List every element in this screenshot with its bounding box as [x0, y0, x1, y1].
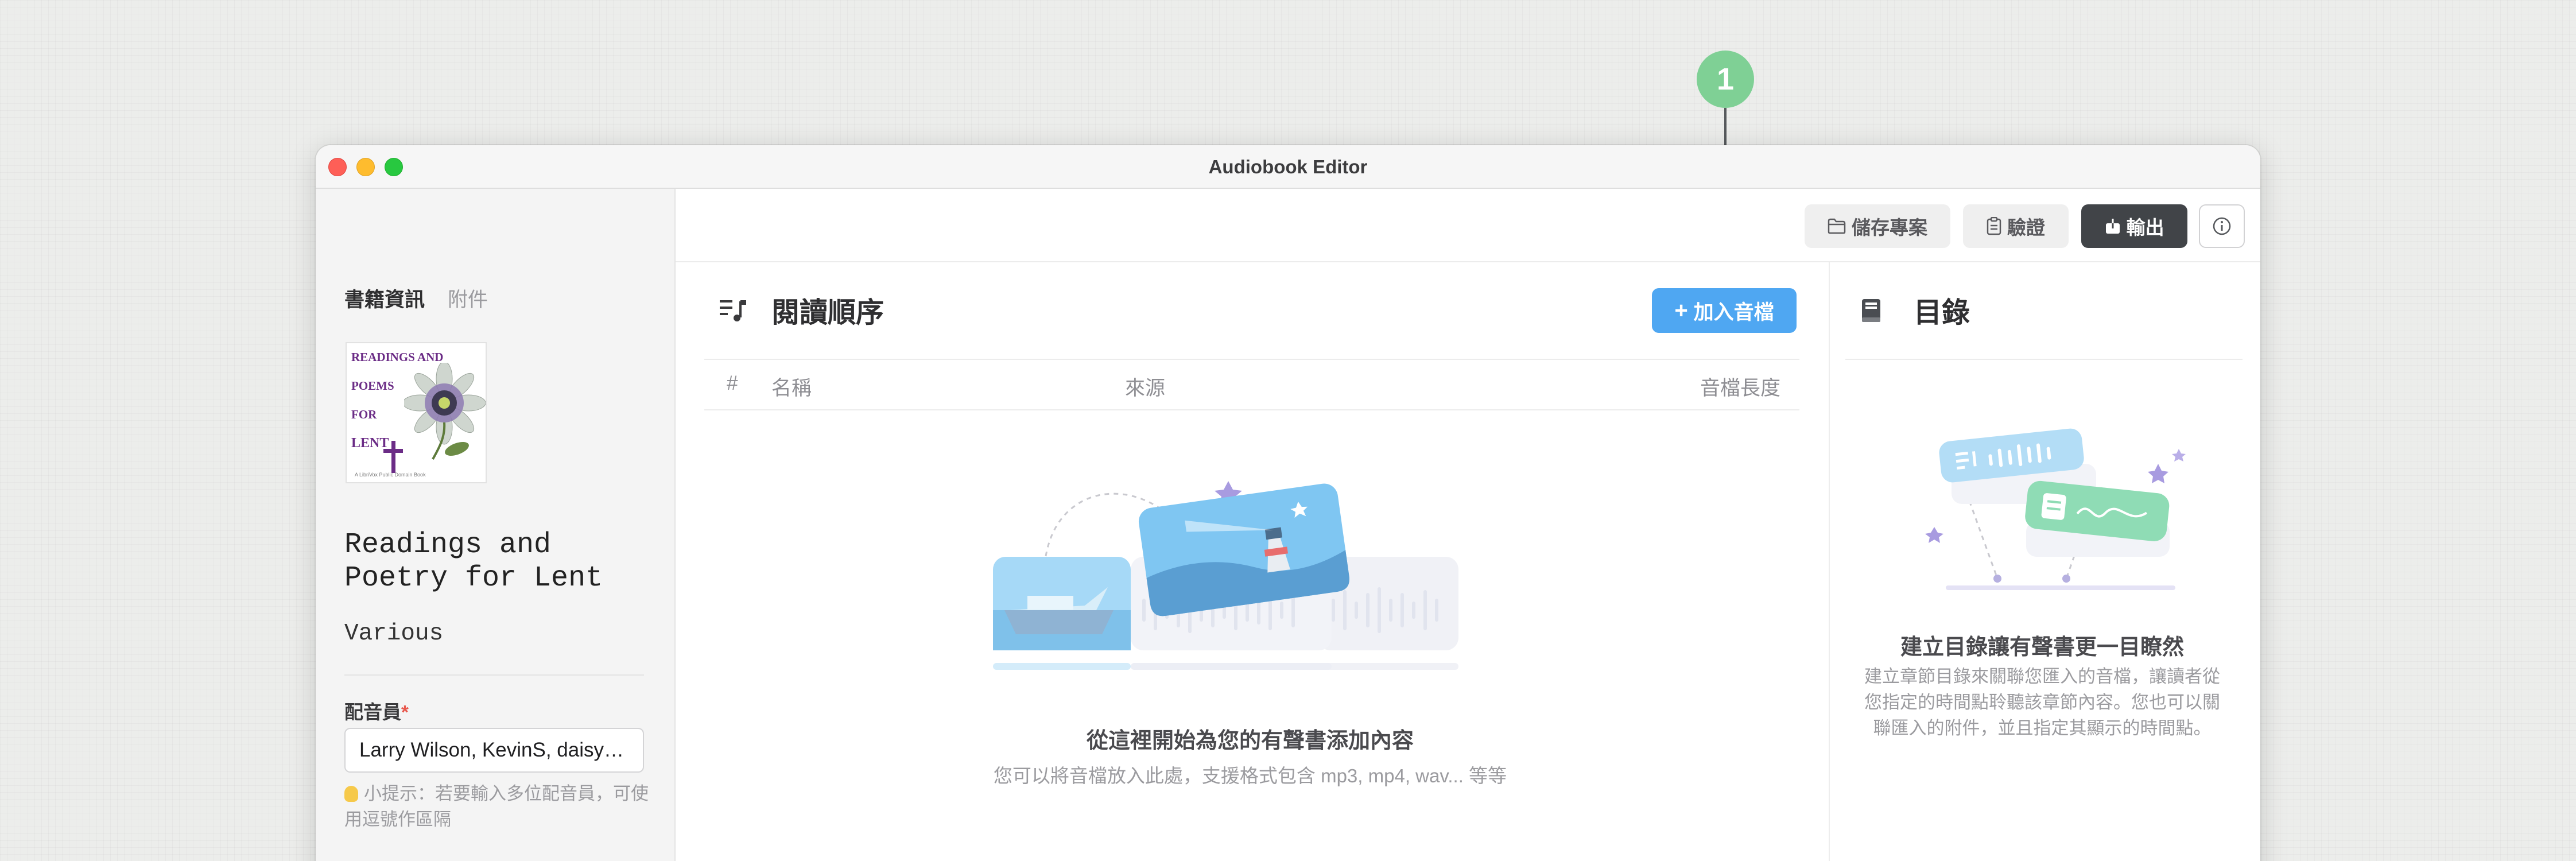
cover-line: POEMS	[351, 379, 394, 393]
divider	[344, 674, 644, 676]
add-audio-button[interactable]: + 加入音檔	[1652, 288, 1797, 333]
hint-text: 小提示：若要輸入多位配音員，可使用逗號作區隔	[344, 784, 649, 829]
cover-line: READINGS AND	[351, 350, 444, 364]
validate-button[interactable]: 驗證	[1963, 204, 2069, 248]
narrator-hint: 小提示：若要輸入多位配音員，可使用逗號作區隔	[344, 781, 654, 832]
cross-icon	[383, 441, 403, 473]
info-button[interactable]	[2199, 204, 2245, 248]
column-header-index: #	[727, 372, 738, 394]
required-mark: *	[401, 701, 409, 723]
empty-state-subtitle: 您可以將音檔放入此處，支援格式包含 mp3, mp4, wav... 等等	[993, 765, 1507, 786]
export-label: 輸出	[2126, 217, 2164, 238]
toc-header-border	[1845, 359, 2243, 360]
passion-flower-illustration	[404, 363, 486, 460]
step-badge: 1	[1697, 51, 1754, 108]
folder-icon	[1828, 218, 1846, 234]
tab-book-info[interactable]: 書籍資訊	[344, 284, 425, 313]
plus-icon: +	[1674, 298, 1688, 323]
sidebar: 書籍資訊 附件 READINGS AND POEMS FOR LENT A Li…	[316, 189, 676, 861]
book-title: Readings and Poetry for Lent	[344, 529, 603, 595]
minimize-window-button[interactable]	[356, 158, 375, 176]
column-header-source[interactable]: 來源	[1125, 372, 1165, 401]
narrator-label-text: 配音員	[344, 701, 401, 723]
column-header-name[interactable]: 名稱	[771, 372, 812, 401]
export-button[interactable]: 輸出	[2081, 204, 2187, 248]
panel-divider	[1829, 262, 1830, 861]
cover-line: FOR	[351, 408, 377, 421]
reading-order-icon	[720, 300, 746, 321]
toolbar: 儲存專案 驗證 輸出	[676, 189, 2260, 262]
toc-illustration	[1925, 428, 2186, 590]
add-audio-label: 加入音檔	[1693, 301, 1774, 324]
cover-footer: A LibriVox Public Domain Book	[355, 472, 426, 478]
table-header-border	[704, 409, 1799, 410]
book-author: Various	[344, 620, 444, 647]
toc-title: 目錄	[1914, 297, 1970, 328]
toc-empty-title: 建立目錄讓有聲書更一目瞭然	[1900, 635, 2184, 660]
zoom-window-button[interactable]	[385, 158, 403, 176]
save-project-button[interactable]: 儲存專案	[1805, 204, 1950, 248]
export-icon	[2105, 218, 2120, 234]
validate-label: 驗證	[2007, 217, 2045, 238]
column-header-duration[interactable]: 音檔長度	[1700, 372, 1780, 401]
title-bar: Audiobook Editor	[316, 145, 2260, 189]
empty-state-title: 從這裡開始為您的有聲書添加內容	[1086, 729, 1414, 753]
empty-audio-illustration	[993, 481, 1458, 670]
tab-attachments[interactable]: 附件	[448, 284, 488, 313]
lightbulb-icon	[344, 786, 358, 802]
narrator-label: 配音員*	[344, 697, 409, 724]
book-cover[interactable]: READINGS AND POEMS FOR LENT A LibriVox P…	[346, 342, 487, 483]
window-title: Audiobook Editor	[1208, 156, 1368, 177]
reading-order-title: 閱讀順序	[771, 297, 884, 328]
app-window: Audiobook Editor 書籍資訊 附件 READINGS AND PO…	[316, 145, 2260, 861]
save-project-label: 儲存專案	[1852, 217, 1927, 238]
book-icon	[1862, 299, 1880, 322]
toc-empty-description: 建立章節目錄來關聯您匯入的音檔，讓讀者從您指定的時間點聆聽該章節內容。您也可以關…	[1864, 666, 2220, 738]
info-icon	[2213, 217, 2231, 235]
clipboard-icon	[1987, 217, 2001, 235]
narrator-input[interactable]: Larry Wilson, KevinS, daisy…	[344, 728, 644, 773]
table-top-border	[704, 359, 1799, 360]
close-window-button[interactable]	[328, 158, 347, 176]
